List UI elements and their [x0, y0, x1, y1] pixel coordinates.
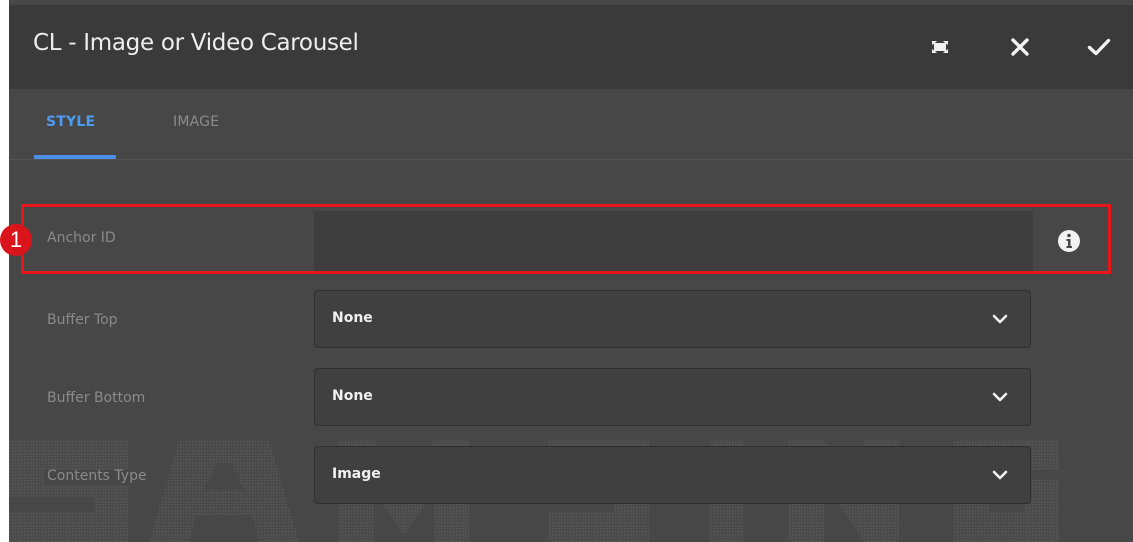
buffer-bottom-label: Buffer Bottom — [47, 390, 146, 406]
buffer-top-label: Buffer Top — [47, 312, 118, 328]
buffer-bottom-select[interactable]: None — [314, 368, 1031, 426]
contents-type-value: Image — [332, 466, 381, 482]
buffer-top-value: None — [332, 310, 373, 326]
tab-bar: STYLE IMAGE — [9, 89, 1133, 160]
info-icon[interactable] — [1057, 229, 1081, 253]
chevron-down-icon — [992, 470, 1008, 480]
tab-style[interactable]: STYLE — [46, 114, 95, 130]
close-button[interactable] — [1000, 27, 1040, 67]
tab-image[interactable]: IMAGE — [173, 114, 219, 130]
fullscreen-icon — [932, 41, 948, 53]
dialog-header: CL - Image or Video Carousel — [9, 5, 1133, 89]
chevron-down-icon — [992, 314, 1008, 324]
anchor-id-input[interactable] — [314, 211, 1033, 272]
confirm-button[interactable] — [1079, 27, 1119, 67]
checkmark-icon — [1087, 38, 1111, 56]
dialog: CL - Image or Video Carousel STYLE IMAGE — [9, 0, 1133, 542]
active-tab-indicator — [34, 155, 116, 159]
close-icon — [1011, 38, 1029, 56]
buffer-bottom-value: None — [332, 388, 373, 404]
contents-type-label: Contents Type — [47, 468, 147, 484]
dialog-title: CL - Image or Video Carousel — [33, 30, 359, 56]
annotation-marker: 1 — [0, 224, 32, 256]
buffer-top-select[interactable]: None — [314, 290, 1031, 348]
anchor-id-label: Anchor ID — [47, 230, 116, 246]
fullscreen-button[interactable] — [920, 27, 960, 67]
chevron-down-icon — [992, 392, 1008, 402]
contents-type-select[interactable]: Image — [314, 446, 1031, 504]
